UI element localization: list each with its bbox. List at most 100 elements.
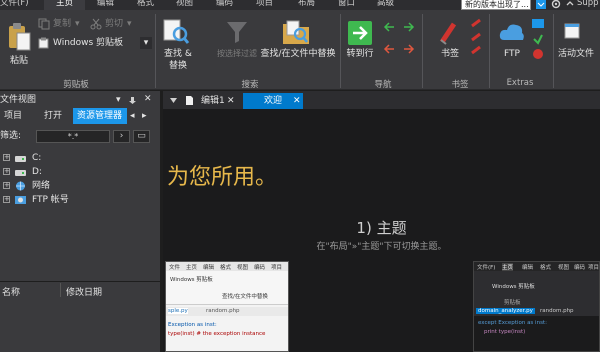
nav-back-icon[interactable] [383, 22, 395, 32]
bookmark-button[interactable]: 书签 [437, 48, 463, 60]
cut-icon[interactable] [90, 18, 102, 30]
panel-splitter[interactable] [0, 281, 160, 282]
column-name[interactable]: 名称 [2, 285, 20, 298]
ribbon: 粘贴 复制 ▾ 剪切 ▾ Windows 剪贴板 ▾ 剪贴板 查找 & 替换 按… [0, 10, 600, 90]
expand-icon[interactable] [565, 0, 575, 9]
tab-list-icon[interactable] [169, 96, 178, 105]
menu-encoding[interactable]: 编码 [216, 0, 233, 10]
tab-project[interactable]: 项目 [4, 108, 22, 124]
expand-icon[interactable]: + [3, 154, 10, 161]
panel-pin-icon[interactable]: ▾ [116, 94, 121, 106]
thumb-menu-item: 视图 [237, 265, 249, 271]
column-divider[interactable] [60, 283, 61, 297]
find-replace-icon[interactable] [162, 18, 190, 46]
menu-home[interactable]: 主页 [44, 0, 86, 10]
theme-preview-light[interactable]: 文件 主页 编辑 格式 视图 编码 项目 Windows 剪贴板 查找/在文件中… [165, 261, 289, 352]
panel-close-icon[interactable]: ✕ [144, 93, 152, 105]
tree-item-network[interactable]: + 网络 [0, 179, 160, 193]
panel-tabs: 项目 打开 资源管理器 ◂ ▸ [0, 108, 160, 124]
group-separator [489, 14, 490, 88]
ftp-icon[interactable] [498, 20, 526, 44]
nav-next-change-icon[interactable] [403, 44, 415, 54]
extras-group-label: Extras [506, 78, 534, 88]
thumb-tab: random.php [206, 308, 240, 314]
find-replace-button[interactable]: 查找 & [158, 48, 198, 60]
find-in-files-icon[interactable] [281, 18, 311, 46]
column-modified-date[interactable]: 修改日期 [66, 285, 102, 298]
tree-item-d[interactable]: + D: [0, 165, 160, 179]
menu-format[interactable]: 格式 [137, 0, 154, 10]
filter-row: 筛选: *.* › ▭ [0, 129, 160, 145]
tab-open[interactable]: 打开 [44, 108, 62, 124]
paste-icon[interactable] [6, 22, 32, 52]
thumb-menu-item: 项目 [588, 265, 600, 271]
thumb-menu-item: 视图 [558, 265, 570, 271]
thumb-menu-item: 编码 [574, 265, 586, 271]
copy-dropdown[interactable]: ▾ [75, 18, 80, 30]
copy-button[interactable]: 复制 [53, 18, 71, 30]
cut-dropdown[interactable]: ▾ [127, 18, 132, 30]
bookmarks-group-label: 书签 [451, 80, 469, 90]
copy-icon[interactable] [38, 18, 50, 30]
tree-item-ftp[interactable]: + FTP 帐号 [0, 193, 160, 207]
goto-line-button[interactable]: 转到行 [342, 48, 378, 60]
menu-view[interactable]: 视图 [176, 0, 193, 10]
nav-prev-change-icon[interactable] [383, 44, 395, 54]
expand-icon[interactable]: + [3, 182, 10, 189]
thumb-ribbon-label: 查找/在文件中替换 [222, 294, 268, 300]
dropdown-icon[interactable] [536, 0, 546, 9]
thumb-group-label: 剪贴板 [504, 300, 521, 306]
thumb-menu-item: 格式 [540, 265, 552, 271]
extras-small-icons[interactable] [531, 18, 545, 60]
nav-forward-icon[interactable] [403, 22, 415, 32]
tab-scroll-left[interactable]: ◂ [130, 108, 135, 124]
tab-edit1-close[interactable]: ✕ [227, 93, 235, 109]
theme-preview-dark[interactable]: 文件(F) 主页 编辑 格式 视图 编码 项目 Windows 剪贴板 剪贴板 … [473, 261, 600, 352]
menu-file[interactable]: 文件(F) [0, 0, 29, 10]
bookmark-nav-icons[interactable] [469, 18, 483, 56]
filter-selection-button[interactable]: 按选择过滤 [213, 48, 261, 60]
clipboard-select-arrow[interactable]: ▾ [140, 37, 152, 49]
find-replace-button-line2[interactable]: 替换 [158, 60, 198, 72]
filter-input[interactable]: *.* [36, 130, 110, 143]
paste-button[interactable]: 粘贴 [6, 55, 32, 67]
tab-edit1[interactable]: 编辑1 [199, 93, 227, 109]
pin-icon[interactable] [128, 96, 137, 105]
thumb-menu-item: 编码 [254, 265, 266, 271]
menu-project[interactable]: 项目 [256, 0, 273, 10]
menu-edit[interactable]: 编辑 [97, 0, 114, 10]
filter-apply-button[interactable]: › [113, 130, 130, 143]
active-files-button[interactable]: 活动文件 [552, 48, 600, 60]
update-notice[interactable]: 新的版本出现了... [461, 0, 531, 10]
drive-icon [15, 170, 26, 176]
menu-layout[interactable]: 布局 [298, 0, 315, 10]
folder-browse-button[interactable]: ▭ [133, 130, 150, 143]
expand-icon[interactable]: + [3, 196, 10, 203]
find-in-files-button[interactable]: 查找/在文件中替换 [259, 48, 337, 60]
filter-label: 筛选: [0, 131, 22, 141]
settings-icon[interactable] [551, 0, 561, 9]
expand-icon[interactable]: + [3, 168, 10, 175]
tab-welcome-close[interactable]: ✕ [293, 93, 301, 109]
thumb-menu-item: 主页 [502, 263, 514, 271]
thumb-clipboard: Windows 剪贴板 [492, 284, 535, 290]
filter-icon[interactable] [226, 20, 248, 44]
clipboard-select[interactable]: Windows 剪贴板 [53, 37, 123, 49]
cut-button[interactable]: 剪切 [105, 18, 123, 30]
bookmark-icon[interactable] [438, 20, 460, 46]
menu-window[interactable]: 窗口 [338, 0, 355, 10]
ftp-button[interactable]: FTP [497, 48, 527, 60]
thumb-code-line: except Exception as inst: [478, 320, 547, 326]
file-icon [186, 96, 193, 105]
goto-line-icon[interactable] [347, 20, 373, 46]
help-link[interactable]: Supp [577, 0, 599, 10]
thumb-menu-item: 格式 [220, 265, 232, 271]
tab-scroll-right[interactable]: ▸ [142, 108, 147, 124]
thumb-menu-item: 文件(F) [477, 265, 496, 271]
tab-explorer[interactable]: 资源管理器 [73, 108, 127, 124]
active-files-icon[interactable] [564, 22, 580, 40]
navigation-group-label: 导航 [374, 80, 392, 90]
tree-item-c[interactable]: + C: [0, 151, 160, 165]
tree-label: 网络 [32, 181, 51, 191]
menu-advanced[interactable]: 高级 [377, 0, 394, 10]
